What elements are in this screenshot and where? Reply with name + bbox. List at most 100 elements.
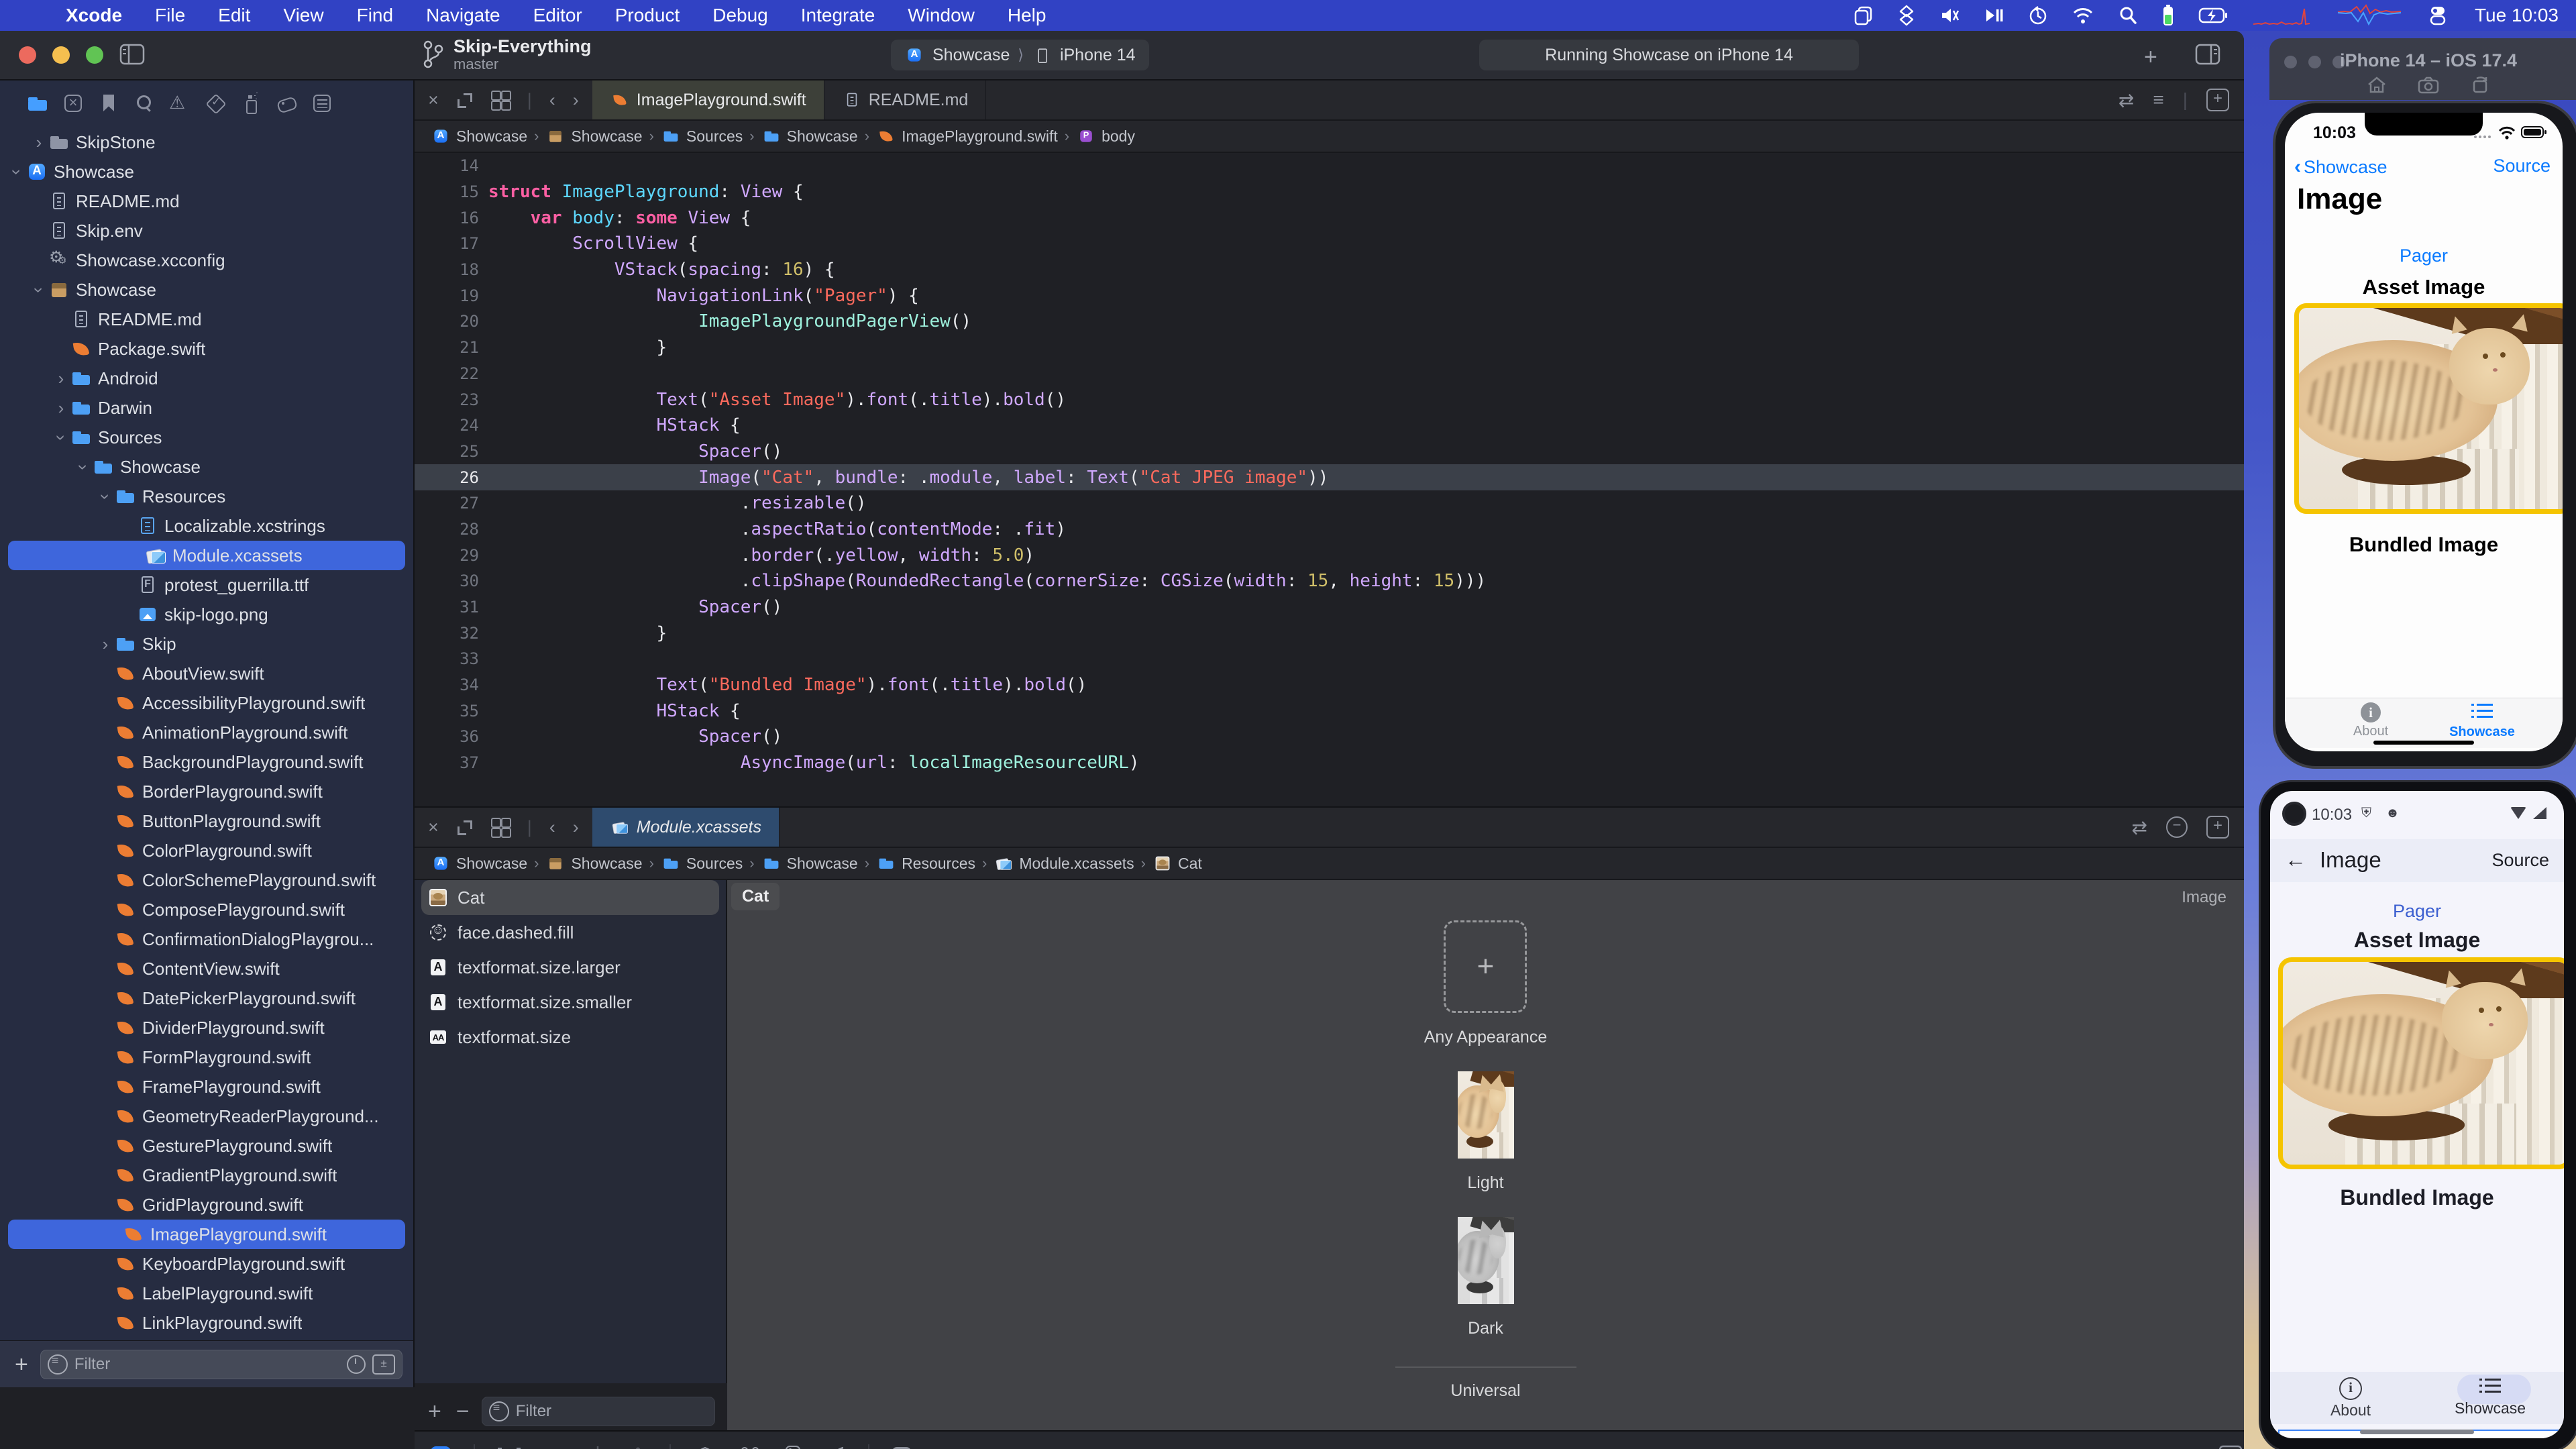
file-tree-row[interactable]: ContentView.swift — [0, 954, 413, 983]
breadcrumb-item[interactable]: Showcase — [761, 853, 858, 873]
file-tree-row[interactable]: BorderPlayground.swift — [0, 777, 413, 806]
breadcrumb-item[interactable]: Cat — [1152, 853, 1202, 873]
file-tree-row[interactable]: ImagePlayground.swift — [8, 1220, 405, 1249]
asset-list-item[interactable]: textformat.size — [421, 1020, 719, 1055]
android-tab-about[interactable]: i About — [2297, 1377, 2404, 1419]
close-editor-icon[interactable]: × — [428, 817, 439, 838]
screenshot-icon[interactable] — [2418, 76, 2439, 98]
code-line[interactable]: 37 AsyncImage(url: localImageResourceURL… — [415, 750, 2244, 776]
breadcrumb-item[interactable]: Showcase — [761, 126, 858, 146]
code-line[interactable]: 25 Spacer() — [415, 439, 2244, 465]
code-line[interactable]: 15struct ImagePlayground: View { — [415, 179, 2244, 205]
simulator-title-bar[interactable]: iPhone 14 – iOS 17.4 — [2269, 38, 2576, 100]
breakpoints-toggle-icon[interactable] — [431, 1446, 451, 1449]
menu-item-integrate[interactable]: Integrate — [801, 5, 875, 26]
android-back-icon[interactable]: ← — [2285, 847, 2306, 872]
file-tree-row[interactable]: ›SkipStone — [0, 127, 413, 157]
disclosure-chevron-icon[interactable]: › — [51, 398, 71, 419]
tests-navigator-icon[interactable] — [205, 93, 226, 114]
step-over-icon[interactable] — [543, 1445, 566, 1449]
menu-clock[interactable]: Tue 10:03 — [2475, 5, 2559, 26]
menu-item-window[interactable]: Window — [908, 5, 975, 26]
file-tree-row[interactable]: FormPlayground.swift — [0, 1042, 413, 1072]
file-tree-row[interactable]: Package.swift — [0, 334, 413, 364]
scheme-name[interactable]: Showcase — [932, 46, 1010, 65]
breadcrumb-item[interactable]: Sources — [661, 853, 743, 873]
ios-back-button[interactable]: ‹Showcase — [2294, 156, 2387, 178]
file-tree-row[interactable]: ›Sources — [0, 423, 413, 452]
ios-home-indicator[interactable] — [2373, 741, 2474, 745]
file-tree-row[interactable]: README.md — [0, 305, 413, 334]
disclosure-chevron-icon[interactable]: › — [73, 457, 94, 477]
play-pause-icon[interactable] — [1984, 5, 2004, 25]
disclosure-chevron-icon[interactable]: › — [7, 162, 28, 182]
file-tree-row[interactable]: ›Skip — [0, 629, 413, 659]
project-scm-info[interactable]: Skip-Everything master — [421, 36, 592, 72]
breadcrumb-item[interactable]: Module.xcassets — [994, 853, 1134, 873]
code-editor[interactable]: 1415struct ImagePlayground: View {16 var… — [415, 153, 2244, 806]
navigator-filter-field[interactable]: Filter ± — [40, 1350, 402, 1379]
forward-history-icon[interactable]: › — [573, 817, 579, 838]
breadcrumb-item[interactable]: body — [1076, 126, 1135, 146]
run-destination[interactable]: iPhone 14 — [1060, 46, 1136, 65]
file-tree-row[interactable]: LabelPlayground.swift — [0, 1279, 413, 1308]
file-tree-row[interactable]: DatePickerPlayground.swift — [0, 983, 413, 1013]
recent-filter-icon[interactable] — [347, 1355, 366, 1374]
menu-item-view[interactable]: View — [283, 5, 323, 26]
editor-tab[interactable]: README.md — [824, 80, 987, 119]
menu-item-file[interactable]: File — [155, 5, 185, 26]
asset-variant[interactable]: Light — [1458, 1071, 1514, 1193]
file-tree-row[interactable]: GesturePlayground.swift — [0, 1131, 413, 1161]
step-into-icon[interactable] — [589, 1445, 606, 1449]
code-line[interactable]: 29 .border(.yellow, width: 5.0) — [415, 542, 2244, 568]
file-tree-row[interactable]: BackgroundPlayground.swift — [0, 747, 413, 777]
file-tree-row[interactable]: ›Darwin — [0, 393, 413, 423]
code-line[interactable]: 19 NavigationLink("Pager") { — [415, 282, 2244, 309]
window-zoom-button[interactable] — [86, 46, 103, 64]
file-tree-row[interactable]: AccessibilityPlayground.swift — [0, 688, 413, 718]
code-line[interactable]: 21 } — [415, 335, 2244, 361]
empty-variant-slot[interactable]: + — [1444, 920, 1527, 1013]
variant-thumbnail[interactable] — [1458, 1071, 1514, 1159]
window-minimize-button[interactable] — [52, 46, 70, 64]
forward-history-icon[interactable]: › — [573, 90, 579, 111]
asset-variant[interactable]: +Any Appearance — [1424, 920, 1547, 1047]
shapes-icon[interactable] — [1898, 5, 1915, 26]
step-out-icon[interactable] — [629, 1445, 647, 1449]
disclosure-chevron-icon[interactable]: › — [51, 427, 72, 447]
android-pager-link[interactable]: Pager — [2270, 901, 2564, 922]
split-editor-icon[interactable] — [2206, 816, 2229, 839]
code-line[interactable]: 28 .aspectRatio(contentMode: .fit) — [415, 517, 2244, 543]
file-tree-row[interactable]: ButtonPlayground.swift — [0, 806, 413, 836]
file-tree-row[interactable]: Showcase.xcconfig — [0, 246, 413, 275]
source-control-navigator-icon[interactable] — [62, 93, 84, 114]
code-line[interactable]: 24 HStack { — [415, 413, 2244, 439]
mute-icon[interactable] — [1939, 5, 1960, 25]
menu-item-edit[interactable]: Edit — [218, 5, 250, 26]
file-tree-row[interactable]: protest_guerrilla.ttf — [0, 570, 413, 600]
code-line[interactable]: 31 Spacer() — [415, 594, 2244, 621]
expand-editor-icon[interactable] — [456, 91, 474, 109]
project-navigator-icon[interactable] — [27, 93, 48, 114]
toggle-inspector-icon[interactable] — [2195, 43, 2220, 69]
simulate-location-icon[interactable] — [825, 1445, 845, 1449]
breakpoints-navigator-icon[interactable] — [276, 93, 297, 114]
ios-pager-link[interactable]: Pager — [2285, 246, 2563, 266]
disclosure-chevron-icon[interactable]: › — [51, 368, 71, 389]
bookmarks-navigator-icon[interactable] — [98, 93, 119, 114]
code-line[interactable]: 14 — [415, 153, 2244, 179]
variant-thumbnail[interactable] — [1458, 1217, 1514, 1304]
file-tree-row[interactable]: README.md — [0, 186, 413, 216]
breadcrumb-item[interactable]: Showcase — [431, 126, 527, 146]
file-tree-row[interactable]: Skip.env — [0, 216, 413, 246]
code-line[interactable]: 18 VStack(spacing: 16) { — [415, 257, 2244, 283]
memory-graph-icon[interactable] — [739, 1445, 761, 1449]
file-tree-row[interactable]: Localizable.xcstrings — [0, 511, 413, 541]
file-tree-row[interactable]: GradientPlayground.swift — [0, 1161, 413, 1190]
wifi-icon[interactable] — [2072, 6, 2094, 25]
ios-tab-about[interactable]: i About — [2317, 702, 2424, 739]
breadcrumb-item[interactable]: Showcase — [431, 853, 527, 873]
file-tree-row[interactable]: ›Showcase — [0, 157, 413, 186]
asset-list-item[interactable]: Cat — [421, 880, 719, 915]
spotlight-icon[interactable] — [2118, 5, 2138, 25]
